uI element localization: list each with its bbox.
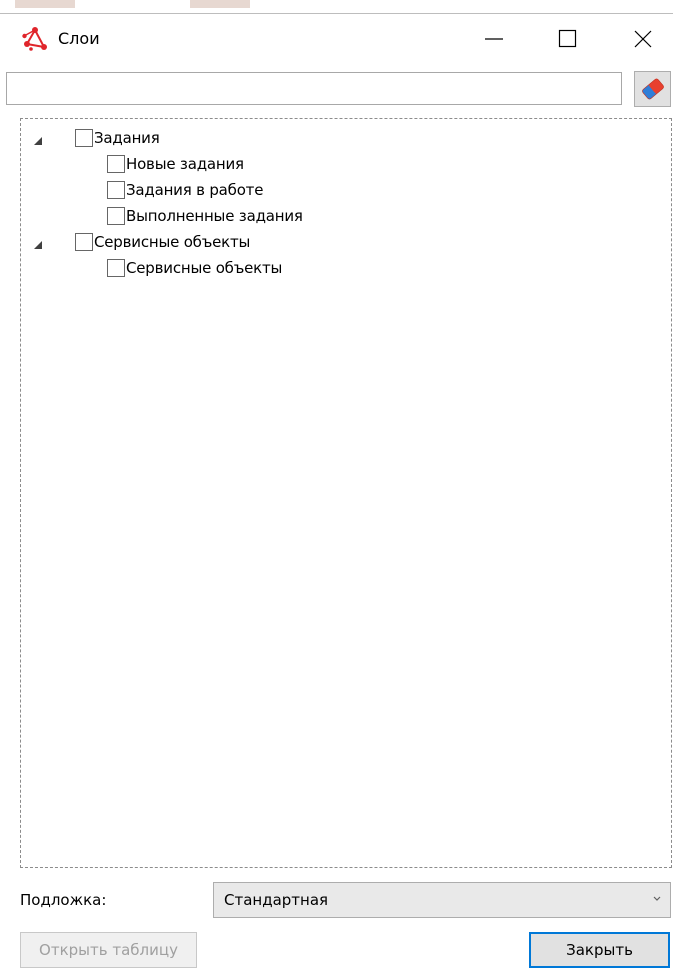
background-select[interactable]: Стандартная [213,882,671,918]
close-window-button[interactable] [615,14,671,64]
checkbox[interactable] [107,207,125,225]
checkbox[interactable] [75,233,93,251]
tree-group-tasks[interactable]: Задания [75,126,160,150]
window-title: Слои [58,29,100,48]
tree-item-service-objects[interactable]: Сервисные объекты [107,256,282,280]
layers-app-icon [22,27,47,51]
clear-search-button[interactable] [634,71,671,107]
expanded-triangle-icon[interactable] [32,135,44,147]
desktop-background [190,0,250,8]
tree-group-label: Задания [94,129,160,147]
tree-group-label: Сервисные объекты [94,233,251,251]
maximize-icon [558,29,577,48]
close-button[interactable]: Закрыть [529,932,670,968]
tree-item-completed-tasks[interactable]: Выполненные задания [107,204,303,228]
chevron-down-icon [653,896,661,901]
title-bar[interactable]: Слои [0,14,673,64]
background-label: Подложка: [20,891,107,909]
maximize-button[interactable] [540,14,596,64]
tree-item-label: Задания в работе [126,181,264,199]
expanded-triangle-icon[interactable] [32,239,44,251]
checkbox[interactable] [107,181,125,199]
tree-item-label: Выполненные задания [126,207,303,225]
checkbox[interactable] [107,259,125,277]
layer-search-input[interactable] [6,72,622,105]
tree-item-tasks-in-progress[interactable]: Задания в работе [107,178,263,202]
layers-tree[interactable]: Задания Новые задания Задания в работе В… [20,118,672,868]
tree-item-label: Новые задания [126,155,244,173]
close-icon [634,30,652,48]
tree-item-new-tasks[interactable]: Новые задания [107,152,244,176]
minimize-button[interactable] [466,14,522,64]
tree-group-service-objects[interactable]: Сервисные объекты [75,230,250,254]
desktop-background [15,0,75,8]
checkbox[interactable] [107,155,125,173]
eraser-icon [642,78,664,100]
minimize-icon [485,38,503,40]
checkbox[interactable] [75,129,93,147]
tree-item-label: Сервисные объекты [126,259,283,277]
layers-window: Слои Задания Новые задания Задания в раб… [0,13,673,973]
open-table-button[interactable]: Открыть таблицу [20,932,197,968]
background-selected-value: Стандартная [224,891,329,909]
desktop-strip [0,0,673,13]
